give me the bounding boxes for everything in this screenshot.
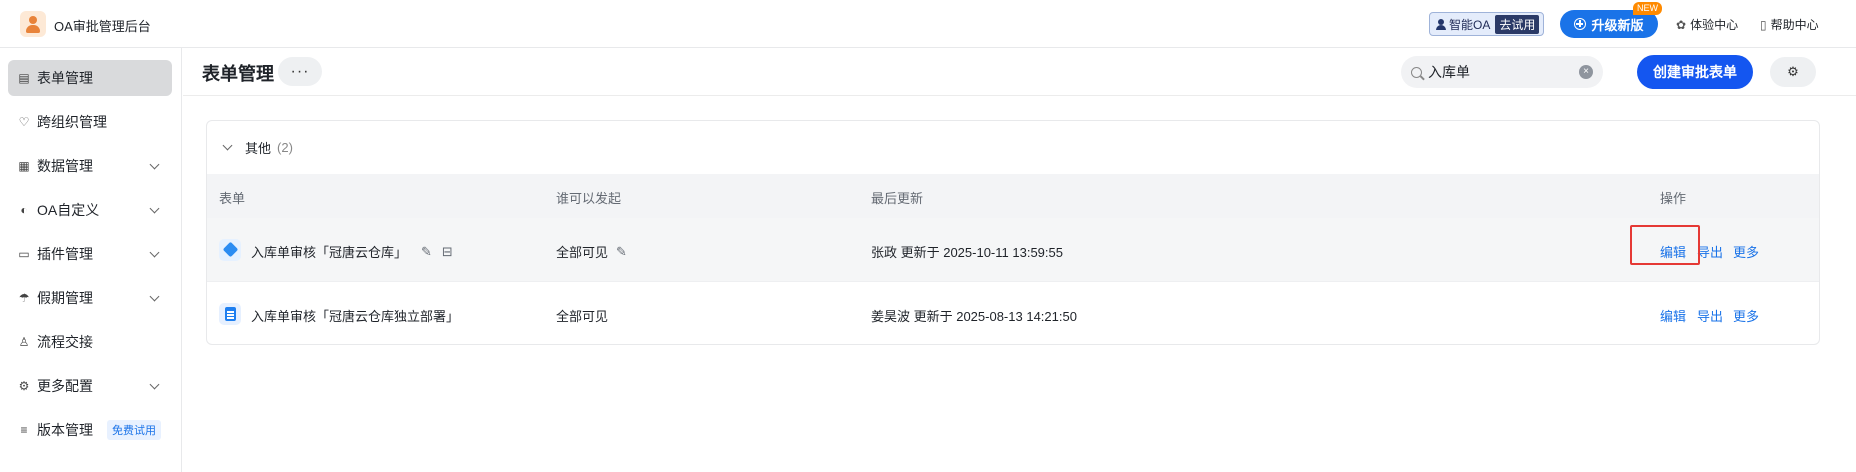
chevron-down-icon (149, 247, 160, 258)
edit-link[interactable]: 编辑 (1660, 306, 1686, 325)
plus-circle-icon (1574, 18, 1587, 30)
help-center-label: 帮助中心 (1770, 18, 1819, 32)
form-name-cell: 入库单审核「冠唐云仓库」 ✎ ⊟ (251, 242, 453, 261)
preview-icon[interactable]: ⊟ (442, 244, 453, 260)
sidebar-item-leave-management[interactable]: ☂ 假期管理 (8, 280, 172, 316)
visibility-text: 全部可见 (556, 245, 609, 260)
table-row[interactable]: 入库单审核「冠唐云仓库独立部署」 全部可见 姜昊波 更新于 2025-08-13… (207, 282, 1819, 344)
create-approval-form-button[interactable]: 创建审批表单 (1637, 55, 1753, 89)
header-divider (183, 95, 1856, 96)
book-icon: ▯ (1760, 17, 1767, 32)
column-header-form: 表单 (219, 191, 246, 206)
form-icon: ▤ (18, 71, 30, 85)
experience-center-link[interactable]: ✿ 体验中心 (1676, 16, 1738, 33)
user-handover-icon: ♙ (18, 335, 30, 349)
sidebar-item-label: 更多配置 (37, 378, 93, 394)
table-header: 表单 谁可以发起 最后更新 操作 (207, 174, 1819, 218)
sidebar-item-oa-custom[interactable]: ◐ OA自定义 (8, 192, 172, 228)
group-header[interactable]: 其他 (2) (207, 121, 1819, 174)
sidebar-item-label: 流程交接 (37, 334, 93, 350)
sidebar-item-plugin-management[interactable]: ▭ 插件管理 (8, 236, 172, 272)
experience-center-label: 体验中心 (1690, 18, 1739, 32)
more-options-button[interactable]: ··· (278, 57, 322, 86)
smart-oa-button[interactable]: 智能OA 去试用 (1429, 12, 1544, 36)
sidebar-item-label: 跨组织管理 (37, 114, 107, 130)
sidebar-item-more-config[interactable]: ⚙ 更多配置 (8, 368, 172, 404)
sidebar-item-label: 插件管理 (37, 246, 93, 262)
sidebar-item-label: OA自定义 (37, 202, 100, 218)
clear-icon[interactable]: × (1579, 65, 1593, 79)
column-header-actions: 操作 (1660, 191, 1687, 206)
table-icon: ▦ (18, 159, 30, 173)
experience-icon: ✿ (1676, 17, 1687, 32)
form-group-card: 其他 (2) 表单 谁可以发起 最后更新 操作 入库单审核「冠唐云仓库」 ✎ ⊟… (206, 120, 1820, 345)
new-badge: NEW (1633, 2, 1662, 15)
more-link[interactable]: 更多 (1733, 242, 1759, 261)
sidebar-item-process-handover[interactable]: ♙ 流程交接 (8, 324, 172, 360)
column-header-last-updated: 最后更新 (871, 191, 924, 206)
export-link[interactable]: 导出 (1697, 242, 1723, 261)
form-name-cell: 入库单审核「冠唐云仓库独立部署」 (251, 306, 459, 325)
page-title: 表单管理 (202, 64, 274, 84)
gear-icon: ⚙ (1787, 64, 1799, 79)
chevron-down-icon (222, 140, 233, 151)
column-header-initiator: 谁可以发起 (556, 191, 622, 206)
app-logo (20, 11, 46, 37)
sidebar: ▤ 表单管理 ♡ 跨组织管理 ▦ 数据管理 ◐ OA自定义 ▭ 插件管理 ☂ 假… (0, 48, 182, 472)
person-icon (1436, 18, 1446, 30)
group-count: (2) (277, 140, 293, 155)
more-link[interactable]: 更多 (1733, 306, 1759, 325)
sidebar-item-data-management[interactable]: ▦ 数据管理 (8, 148, 172, 184)
visibility-cell: 全部可见 ✎ (556, 242, 627, 261)
search-input[interactable] (1428, 64, 1578, 80)
sliders-icon: ≡ (20, 423, 28, 437)
upgrade-label: 升级新版 (1591, 17, 1644, 33)
group-name: 其他 (245, 141, 272, 156)
export-link[interactable]: 导出 (1697, 306, 1723, 325)
gear-icon: ⚙ (18, 379, 30, 393)
settings-button[interactable]: ⚙ (1770, 57, 1816, 87)
heart-link-icon: ♡ (18, 115, 30, 129)
umbrella-icon: ☂ (18, 291, 30, 305)
chevron-down-icon (149, 291, 160, 302)
sidebar-item-form-management[interactable]: ▤ 表单管理 (8, 60, 172, 96)
table-row[interactable]: 入库单审核「冠唐云仓库」 ✎ ⊟ 全部可见 ✎ 张政 更新于 2025-10-1… (207, 218, 1819, 282)
search-box[interactable]: × (1401, 56, 1603, 88)
form-name: 入库单审核「冠唐云仓库」 (251, 245, 408, 260)
edit-icon[interactable]: ✎ (421, 244, 432, 260)
sidebar-item-label: 版本管理 (37, 422, 93, 438)
sidebar-item-version-management[interactable]: ≡ 版本管理 免费试用 (8, 412, 172, 448)
sidebar-item-label: 表单管理 (37, 70, 93, 86)
chevron-down-icon (149, 159, 160, 170)
search-icon (1411, 66, 1422, 78)
edit-icon[interactable]: ✎ (616, 244, 627, 260)
help-center-link[interactable]: ▯ 帮助中心 (1760, 16, 1819, 33)
sidebar-item-cross-org[interactable]: ♡ 跨组织管理 (8, 104, 172, 140)
form-name: 入库单审核「冠唐云仓库独立部署」 (251, 309, 460, 324)
free-trial-badge: 免费试用 (107, 420, 161, 440)
chevron-down-icon (149, 379, 160, 390)
diamond-form-icon (219, 239, 241, 261)
highlight-box (1630, 225, 1700, 265)
visibility-cell: 全部可见 (556, 309, 609, 324)
palette-icon: ◐ (20, 203, 28, 217)
updated-cell: 姜昊波 更新于 2025-08-13 14:21:50 (871, 309, 1077, 324)
plugin-icon: ▭ (18, 247, 30, 261)
smart-oa-label: 智能OA (1449, 17, 1491, 32)
chevron-down-icon (149, 203, 160, 214)
top-bar: OA审批管理后台 智能OA 去试用 升级新版 NEW ✿ 体验中心 ▯ 帮助中心 (0, 0, 1856, 48)
app-title: OA审批管理后台 (54, 19, 151, 34)
updated-cell: 张政 更新于 2025-10-11 13:59:55 (871, 245, 1063, 260)
sidebar-item-label: 数据管理 (37, 158, 93, 174)
sidebar-item-label: 假期管理 (37, 290, 93, 306)
smart-oa-trial-label: 去试用 (1495, 14, 1540, 34)
clipboard-form-icon (219, 303, 241, 325)
